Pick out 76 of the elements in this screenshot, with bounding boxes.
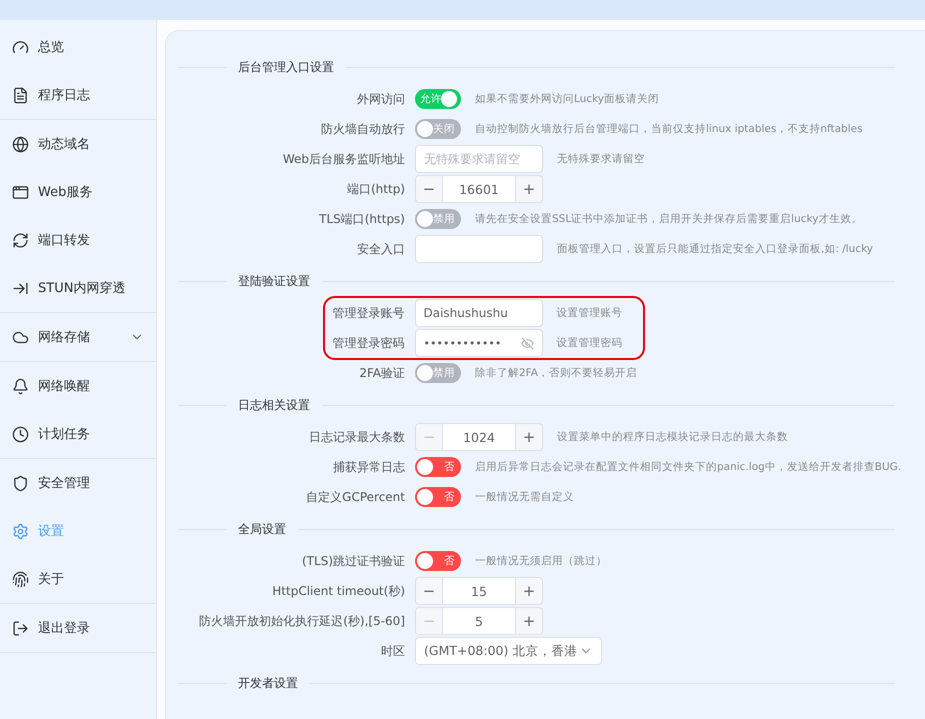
field-label: Web后台服务监听地址	[282, 150, 405, 168]
plus-button[interactable]: +	[515, 176, 542, 202]
field-label: 安全入口	[356, 240, 405, 258]
sidebar-item[interactable]: 总览	[0, 23, 156, 71]
settings-icon	[12, 522, 29, 540]
field-hint: 面板管理入口，设置后只能通过指定安全入口登录面板,如: /lucky	[557, 242, 874, 256]
plus-button[interactable]: +	[515, 578, 542, 604]
text-field[interactable]: 无特殊要求请留空	[415, 145, 543, 173]
sidebar-item[interactable]: 网络唤醒	[0, 362, 156, 410]
field-label: (TLS)跳过证书验证	[301, 552, 405, 570]
gauge-icon	[12, 38, 29, 56]
field-label: 2FA验证	[358, 364, 405, 382]
field-hint: 一般情况无须启用（跳过）	[475, 554, 607, 568]
field-label: 捕获异常日志	[332, 458, 405, 476]
number-stepper[interactable]: − 16601 +	[415, 175, 543, 203]
field-hint: 无特殊要求请留空	[557, 152, 645, 166]
sidebar-item[interactable]: Web服务	[0, 168, 156, 216]
section-title: 日志相关设置	[238, 396, 310, 414]
window-icon	[12, 184, 29, 200]
fingerprint-icon	[12, 570, 29, 588]
minus-button[interactable]: −	[416, 176, 443, 202]
section-title: 登陆验证设置	[238, 272, 310, 290]
field-hint: 一般情况无需自定义	[475, 490, 574, 504]
number-stepper[interactable]: − 15 +	[415, 577, 543, 605]
field-label: HttpClient timeout(秒)	[271, 582, 405, 600]
toggle-switch[interactable]: 否	[415, 551, 461, 571]
sidebar-item[interactable]: STUN内网穿透	[0, 264, 156, 312]
field-label: 防火墙开放初始化执行延迟(秒),[5-60]	[198, 612, 405, 630]
sidebar-item[interactable]: 程序日志	[0, 71, 156, 119]
field-label: 时区	[380, 642, 405, 660]
field-hint: 设置管理密码	[556, 336, 622, 350]
field-hint: 设置管理账号	[556, 306, 622, 320]
sidebar-item[interactable]: 端口转发	[0, 216, 156, 264]
field-label: 管理登录密码	[332, 334, 404, 352]
eye-off-icon[interactable]	[520, 336, 534, 350]
field-label: 端口(http)	[346, 180, 405, 198]
field-hint: 启用后异常日志会记录在配置文件相同文件夹下的panic.log中，发送给开发者排查BUG.	[475, 460, 902, 474]
plus-button[interactable]: +	[515, 608, 542, 634]
field-hint: 请先在安全设置SSL证书中添加证书，启用开关并保存后需要重启lucky才生效。	[475, 212, 862, 226]
text-field[interactable]	[415, 235, 543, 263]
field-label: 管理登录账号	[332, 304, 404, 322]
field-hint: 设置菜单中的程序日志模块记录日志的最大条数	[557, 430, 788, 444]
shield-icon	[12, 474, 29, 492]
field-hint: 自动控制防火墙放行后台管理端口，当前仅支持linux iptables，不支持nftables	[475, 122, 863, 136]
number-stepper[interactable]: − 5 +	[415, 607, 543, 635]
text-field[interactable]: Daishushushu	[414, 299, 542, 327]
sidebar-item[interactable]: 安全管理	[0, 459, 156, 507]
field-label: 日志记录最大条数	[308, 428, 405, 446]
section-title: 开发者设置	[238, 674, 298, 692]
toggle-switch[interactable]: 否	[415, 457, 461, 477]
bell-icon	[12, 378, 29, 394]
refresh-icon	[12, 232, 29, 248]
number-stepper[interactable]: − 1024 +	[415, 423, 543, 451]
sidebar-item[interactable]: 退出登录	[0, 604, 156, 652]
password-field[interactable]: ••••••••••••	[414, 329, 542, 357]
field-label: TLS端口(https)	[318, 210, 405, 228]
section-title: 全局设置	[238, 520, 286, 538]
field-label: 防火墙自动放行	[320, 120, 405, 138]
clock-icon	[12, 426, 29, 442]
globe-icon	[12, 136, 29, 152]
sidebar-item[interactable]: 关于	[0, 555, 156, 603]
timezone-select[interactable]: (GMT+08:00) 北京，香港	[415, 637, 602, 665]
password-input[interactable]: ••••••••••••	[424, 336, 520, 350]
sidebar-item[interactable]: 网络存储	[0, 313, 156, 361]
field-label: 外网访问	[356, 90, 405, 108]
field-hint: 除非了解2FA，否则不要轻易开启	[475, 366, 637, 380]
field-label: 自定义GCPercent	[305, 488, 405, 506]
document-icon	[12, 86, 29, 104]
plus-button[interactable]: +	[515, 424, 542, 450]
section-title: 后台管理入口设置	[238, 58, 334, 76]
sidebar-item[interactable]: 动态域名	[0, 120, 156, 168]
sidebar-item[interactable]: 计划任务	[0, 410, 156, 458]
field-hint: 如果不需要外网访问Lucky面板请关闭	[475, 92, 660, 106]
logout-icon	[12, 620, 29, 636]
toggle-switch[interactable]: 否	[415, 487, 461, 507]
minus-button[interactable]: −	[416, 578, 443, 604]
